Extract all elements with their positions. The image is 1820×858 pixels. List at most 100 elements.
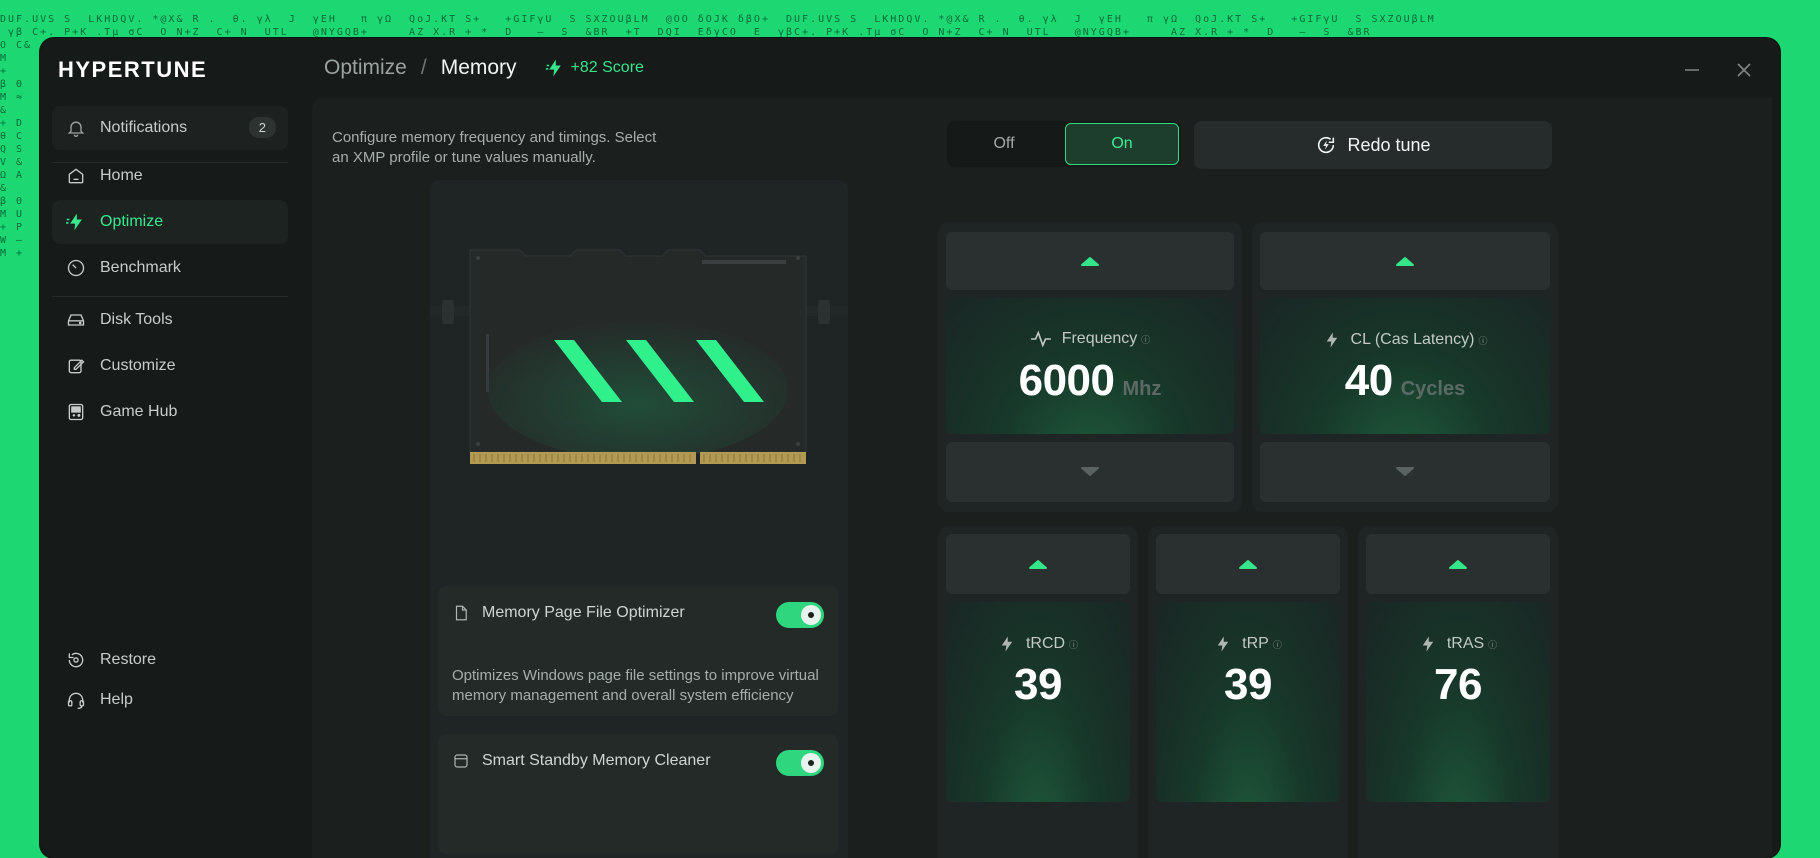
trcd-label: tRCD ⓘ xyxy=(946,634,1130,654)
disk-icon xyxy=(67,314,85,326)
close-icon xyxy=(1737,63,1751,77)
info-icon[interactable]: ⓘ xyxy=(1141,333,1150,346)
option-header: Smart Standby Memory Cleaner xyxy=(452,752,711,770)
home-icon xyxy=(68,168,84,184)
chevron-down-icon xyxy=(1081,467,1099,476)
sidebar-item-label: Restore xyxy=(100,651,157,668)
tras-tile: tRAS ⓘ 76 xyxy=(1358,526,1558,858)
frequency-decrease-button[interactable] xyxy=(946,442,1234,502)
breadcrumb-separator: / xyxy=(420,56,427,79)
score-text: +82 Score xyxy=(570,59,644,76)
frequency-readout: 6000 Mhz xyxy=(946,356,1234,406)
frequency-value: 6000 xyxy=(1018,356,1115,405)
sidebar-item-home[interactable]: Home xyxy=(52,154,288,198)
sidebar-notifications-label: Notifications xyxy=(100,119,188,136)
chevron-up-icon xyxy=(1239,560,1257,569)
score-bolt-icon xyxy=(545,59,561,77)
redo-icon xyxy=(1318,136,1335,154)
option-card-page-file: Memory Page File Optimizer Optimizes Win… xyxy=(438,586,838,716)
option-header: Memory Page File Optimizer xyxy=(452,604,685,622)
bolt-icon xyxy=(1217,636,1229,652)
tras-value-panel: tRAS ⓘ 76 xyxy=(1366,602,1550,802)
sidebar-divider xyxy=(52,296,288,297)
bolt-icon xyxy=(1422,636,1434,652)
trp-label-text: tRP xyxy=(1242,635,1269,652)
sidebar-item-customize[interactable]: Customize xyxy=(52,344,288,388)
trp-increase-button[interactable] xyxy=(1156,534,1340,594)
cas-latency-decrease-button[interactable] xyxy=(1260,442,1550,502)
breadcrumb-section[interactable]: Optimize xyxy=(324,56,407,80)
switch-knob xyxy=(801,605,821,625)
notification-count-badge: 2 xyxy=(248,117,276,138)
tras-label-text: tRAS xyxy=(1446,635,1485,652)
cas-latency-unit: Cycles xyxy=(1400,378,1466,400)
sidebar-item-label: Game Hub xyxy=(100,403,178,420)
switch-knob xyxy=(801,753,821,773)
option-description: Optimizes Windows page file settings to … xyxy=(452,667,819,704)
frequency-tile: Frequency ⓘ 6000 Mhz xyxy=(938,222,1242,512)
sidebar-item-game-hub[interactable]: Game Hub xyxy=(52,390,288,434)
pulse-icon xyxy=(1030,330,1051,348)
chevron-up-icon xyxy=(1081,257,1099,266)
trp-value: 39 xyxy=(1224,660,1272,709)
tras-increase-button[interactable] xyxy=(1366,534,1550,594)
info-icon[interactable]: ⓘ xyxy=(1069,638,1078,651)
standby-cleaner-switch[interactable] xyxy=(776,750,824,776)
option-title: Memory Page File Optimizer xyxy=(482,604,685,621)
close-button[interactable] xyxy=(1730,56,1758,84)
trcd-readout: 39 xyxy=(946,660,1130,710)
redo-tune-button[interactable]: Redo tune xyxy=(1194,121,1552,169)
chevron-up-icon xyxy=(1029,560,1047,569)
trcd-increase-button[interactable] xyxy=(946,534,1130,594)
chevron-up-icon xyxy=(1396,257,1414,266)
page-description: Configure memory frequency and timings. … xyxy=(332,129,657,166)
cas-latency-label: CL (Cas Latency) ⓘ xyxy=(1260,330,1550,350)
info-icon[interactable]: ⓘ xyxy=(1488,638,1497,651)
cas-latency-value: 40 xyxy=(1344,356,1393,405)
sidebar-item-benchmark[interactable]: Benchmark xyxy=(52,246,288,290)
frequency-label-text: Frequency xyxy=(1061,330,1138,347)
info-icon[interactable]: ⓘ xyxy=(1273,638,1282,651)
gamepad-icon xyxy=(68,403,84,421)
minimize-icon xyxy=(1685,69,1699,71)
score-badge: +82 Score xyxy=(545,58,644,78)
breadcrumb: Optimize / Memory +82 Score xyxy=(324,56,644,80)
cas-latency-readout: 40 Cycles xyxy=(1260,356,1550,406)
sidebar-item-label: Home xyxy=(100,167,143,184)
tras-readout: 76 xyxy=(1366,660,1550,710)
memory-module-illustration xyxy=(430,249,848,464)
sidebar-notifications[interactable]: Notifications 2 xyxy=(52,106,288,150)
sidebar-item-restore[interactable]: Restore xyxy=(52,638,288,682)
headset-icon xyxy=(67,692,85,709)
trcd-value: 39 xyxy=(1014,660,1062,709)
trp-value-panel: tRP ⓘ 39 xyxy=(1156,602,1340,802)
cas-latency-tile: CL (Cas Latency) ⓘ 40 Cycles xyxy=(1252,222,1558,512)
bolt-icon xyxy=(1326,332,1337,348)
chevron-down-icon xyxy=(1396,467,1414,476)
tras-value: 76 xyxy=(1434,660,1482,709)
option-title: Smart Standby Memory Cleaner xyxy=(482,752,711,769)
frequency-increase-button[interactable] xyxy=(946,232,1234,290)
sidebar-item-label: Optimize xyxy=(100,213,164,230)
chevron-up-icon xyxy=(1449,560,1467,569)
file-icon xyxy=(455,605,467,621)
trp-readout: 39 xyxy=(1156,660,1340,710)
sidebar-item-label: Disk Tools xyxy=(100,311,173,328)
restore-icon xyxy=(68,652,84,668)
info-icon[interactable]: ⓘ xyxy=(1478,334,1487,347)
trcd-label-text: tRCD xyxy=(1025,635,1066,652)
sidebar-item-disk-tools[interactable]: Disk Tools xyxy=(52,298,288,342)
page-file-optimizer-switch[interactable] xyxy=(776,602,824,628)
frequency-value-panel: Frequency ⓘ 6000 Mhz xyxy=(946,298,1234,434)
cas-latency-increase-button[interactable] xyxy=(1260,232,1550,290)
sidebar-item-help[interactable]: Help xyxy=(52,678,288,722)
sidebar-item-optimize[interactable]: Optimize xyxy=(52,200,288,244)
cas-latency-value-panel: CL (Cas Latency) ⓘ 40 Cycles xyxy=(1260,298,1550,434)
bell-icon xyxy=(67,121,85,137)
bolt-icon xyxy=(1001,636,1013,652)
minimize-button[interactable] xyxy=(1678,56,1706,84)
option-card-standby-cleaner: Smart Standby Memory Cleaner xyxy=(438,734,838,854)
frequency-unit: Mhz xyxy=(1122,378,1162,400)
toggle-on-button[interactable]: On xyxy=(1065,123,1179,165)
toggle-off-button[interactable]: Off xyxy=(947,121,1061,167)
